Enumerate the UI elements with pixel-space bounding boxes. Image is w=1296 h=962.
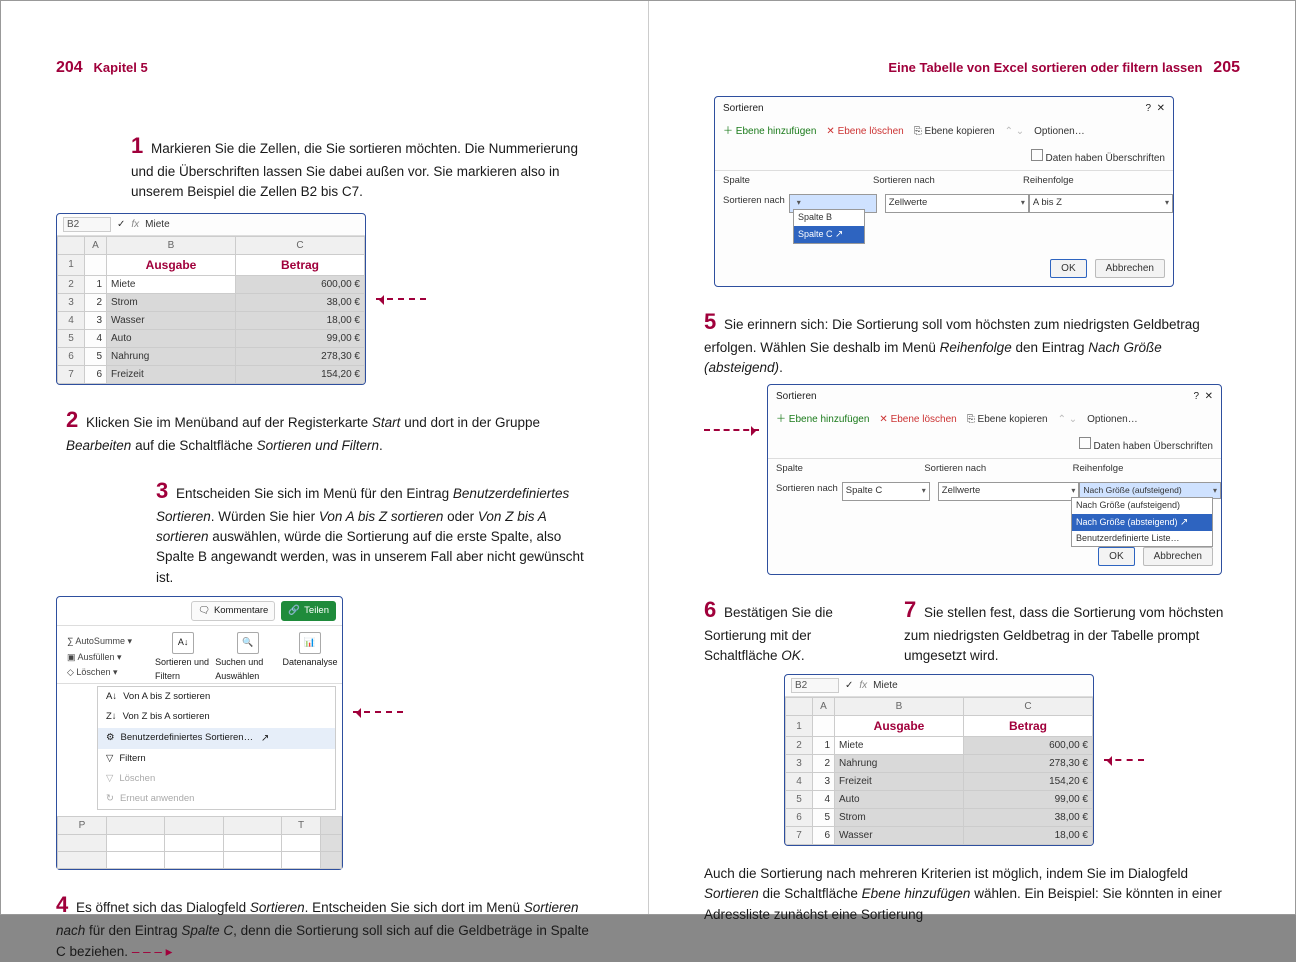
book-spread: 204 Kapitel 5 1 Markieren Sie die Zellen…: [0, 0, 1296, 915]
dialog-title: Sortieren: [723, 101, 764, 116]
menu-clear: ▽Löschen: [98, 769, 335, 789]
sorton-dropdown[interactable]: Zellwerte: [938, 482, 1080, 500]
headers-checkbox[interactable]: [1031, 149, 1043, 161]
callout-arrow: [353, 711, 403, 713]
comments-button[interactable]: 🗨 Kommentare: [191, 601, 275, 621]
page-right: Eine Tabelle von Excel sortieren oder fi…: [648, 1, 1295, 914]
fill-item[interactable]: ▣ Ausfüllen ▾: [67, 650, 147, 666]
option-spalte-c[interactable]: Spalte C: [794, 226, 864, 243]
menu-reapply: ↻Erneut anwenden: [98, 789, 335, 809]
figure-ribbon-menu: 🗨 Kommentare 🔗 Teilen ∑ AutoSumme ▾ ▣ Au…: [56, 596, 343, 871]
step-4: 4 Es öffnet sich das Dialogfeld Sortiere…: [56, 888, 593, 962]
options-button[interactable]: Optionen…: [1087, 412, 1138, 427]
callout-arrow: [1104, 759, 1144, 761]
excel-grid: ABC 1AusgabeBetrag 21Miete600,00 € 32Str…: [57, 236, 365, 384]
figure-excel-selection: ✓fx Miete ABC 1AusgabeBetrag 21Miete600,…: [56, 213, 366, 385]
excel-grid: ABC 1AusgabeBetrag 21Miete600,00 € 32Nah…: [785, 697, 1093, 845]
page-left: 204 Kapitel 5 1 Markieren Sie die Zellen…: [1, 1, 648, 914]
step-number: 4: [56, 892, 68, 917]
step-1: 1 Markieren Sie die Zellen, die Sie sort…: [131, 129, 593, 203]
fx-value: Miete: [145, 217, 169, 232]
chapter-label: Kapitel 5: [94, 60, 148, 75]
add-level-button[interactable]: ＋ Ebene hinzufügen: [723, 124, 816, 139]
share-button[interactable]: 🔗 Teilen: [281, 601, 336, 621]
option-asc[interactable]: Nach Größe (aufsteigend): [1072, 498, 1212, 514]
dialog-controls: ? ✕: [1146, 101, 1166, 116]
page-number: 205: [1213, 59, 1240, 76]
data-analysis-button[interactable]: 📊Datenanalyse: [284, 632, 336, 683]
menu-sort-az[interactable]: A↓Von A bis Z sortieren: [98, 687, 335, 707]
dialog-title: Sortieren: [776, 389, 817, 404]
dialog-controls: ? ✕: [1194, 389, 1214, 404]
order-dropdown[interactable]: A bis Z: [1029, 194, 1173, 212]
steps-6-7: 6 Bestätigen Sie die Sortierung mit der …: [704, 593, 1240, 667]
step-5: 5 Sie erinnern sich: Die Sortierung soll…: [704, 305, 1240, 379]
cell-ref-box[interactable]: [791, 678, 839, 693]
sort-filter-button[interactable]: A↓Sortieren und Filtern: [155, 632, 211, 683]
find-select-button[interactable]: 🔍Suchen und Auswählen: [215, 632, 280, 683]
order-options: Nach Größe (aufsteigend) Nach Größe (abs…: [1071, 497, 1213, 547]
step-3: 3 Entscheiden Sie sich im Menü für den E…: [156, 474, 593, 588]
callout-arrow: [376, 298, 426, 300]
fx-icon: fx: [859, 678, 867, 693]
ok-button[interactable]: OK: [1050, 259, 1086, 278]
step-number: 1: [131, 133, 143, 158]
figure-excel-sorted: ✓fx Miete ABC 1AusgabeBetrag 21Miete600,…: [784, 674, 1094, 846]
option-spalte-b[interactable]: Spalte B: [794, 210, 864, 226]
autosum-item[interactable]: ∑ AutoSumme ▾: [67, 634, 147, 650]
column-dropdown[interactable]: Spalte C: [842, 482, 930, 500]
option-custom-list[interactable]: Benutzerdefinierte Liste…: [1072, 531, 1212, 547]
figure-sort-dialog-2: Sortieren ? ✕ ＋ Ebene hinzufügen ✕ Ebene …: [767, 384, 1222, 575]
sort-filter-menu: A↓Von A bis Z sortieren Z↓Von Z bis A so…: [97, 686, 336, 810]
option-desc[interactable]: Nach Größe (absteigend): [1072, 514, 1212, 531]
running-head-left: 204 Kapitel 5: [56, 56, 148, 80]
section-title: Eine Tabelle von Excel sortieren oder fi…: [888, 60, 1202, 75]
step-text: Markieren Sie die Zellen, die Sie sortie…: [131, 141, 578, 199]
column-options: Spalte B Spalte C: [793, 209, 865, 244]
headers-checkbox[interactable]: [1079, 437, 1091, 449]
step-number: 2: [66, 407, 78, 432]
step-6: 6 Bestätigen Sie die Sortierung mit der …: [704, 593, 874, 667]
cancel-button[interactable]: Abbrechen: [1095, 259, 1165, 278]
cell-ref-box[interactable]: [63, 217, 111, 232]
ok-button[interactable]: OK: [1098, 547, 1134, 566]
menu-filter[interactable]: ▽Filtern: [98, 749, 335, 769]
closing-paragraph: Auch die Sortierung nach mehreren Kriter…: [704, 864, 1240, 925]
fx-icon: fx: [131, 217, 139, 232]
del-level-button[interactable]: ✕ Ebene löschen: [879, 412, 956, 427]
clear-item[interactable]: ◇ Löschen ▾: [67, 665, 147, 681]
copy-level-button[interactable]: ⎘ Ebene kopieren: [914, 124, 995, 139]
page-number: 204: [56, 59, 83, 76]
options-button[interactable]: Optionen…: [1034, 124, 1085, 139]
formula-bar: ✓fx Miete: [785, 675, 1093, 697]
menu-sort-za[interactable]: Z↓Von Z bis A sortieren: [98, 707, 335, 727]
sorton-dropdown[interactable]: Zellwerte: [885, 194, 1029, 212]
fx-value: Miete: [873, 678, 897, 693]
add-level-button[interactable]: ＋ Ebene hinzufügen: [776, 412, 869, 427]
step-number: 7: [904, 597, 916, 622]
callout-arrow: [704, 429, 759, 431]
del-level-button[interactable]: ✕ Ebene löschen: [826, 124, 903, 139]
formula-bar: ✓fx Miete: [57, 214, 365, 236]
inline-arrow: – – – ▸: [132, 944, 173, 959]
step-number: 6: [704, 597, 716, 622]
cancel-button[interactable]: Abbrechen: [1143, 547, 1213, 566]
figure-sort-dialog-1: Sortieren ? ✕ ＋ Ebene hinzufügen ✕ Ebene …: [714, 96, 1174, 287]
running-head-right: Eine Tabelle von Excel sortieren oder fi…: [888, 56, 1240, 80]
step-number: 5: [704, 309, 716, 334]
menu-custom-sort[interactable]: ⚙Benutzerdefiniertes Sortieren…: [98, 728, 335, 749]
step-7: 7 Sie stellen fest, dass die Sortierung …: [904, 593, 1240, 667]
copy-level-button[interactable]: ⎘ Ebene kopieren: [967, 412, 1048, 427]
step-number: 3: [156, 478, 168, 503]
step-2: 2 Klicken Sie im Menüband auf der Regist…: [66, 403, 593, 456]
